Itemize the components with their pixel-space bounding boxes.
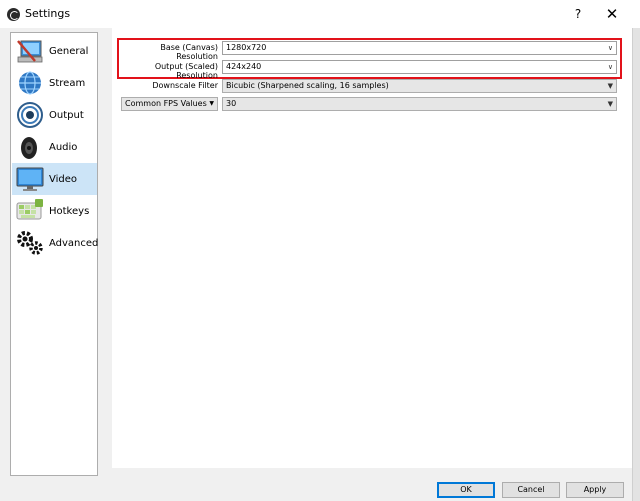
output-resolution-label: Output (Scaled) Resolution	[154, 62, 218, 80]
close-button[interactable]: ✕	[600, 4, 624, 24]
output-resolution-value: 424x240	[226, 62, 262, 71]
chevron-down-icon: ∨	[607, 63, 613, 71]
dropdown-arrow-icon: ▼	[607, 100, 613, 108]
sidebar-label-hotkeys: Hotkeys	[49, 205, 90, 217]
fps-value-select[interactable]: 30 ▼	[222, 97, 617, 111]
sidebar-item-output[interactable]: Output	[12, 99, 97, 131]
downscale-filter-value: Bicubic (Sharpened scaling, 16 samples)	[226, 81, 389, 90]
downscale-filter-label: Downscale Filter	[152, 81, 218, 90]
fps-value: 30	[226, 99, 237, 108]
sidebar-item-advanced[interactable]: Advanced	[12, 227, 99, 259]
cancel-button[interactable]: Cancel	[502, 482, 560, 498]
hotkeys-icon	[16, 199, 43, 220]
video-icon	[16, 167, 44, 191]
sidebar-item-hotkeys[interactable]: Hotkeys	[12, 195, 97, 227]
ok-button[interactable]: OK	[437, 482, 495, 498]
general-icon	[17, 40, 43, 63]
stream-icon	[19, 71, 41, 95]
settings-sidebar: General Stream Output Audio Video Hotkey…	[10, 32, 98, 476]
sidebar-label-stream: Stream	[49, 77, 86, 89]
output-icon	[17, 102, 43, 128]
fps-type-select[interactable]: Common FPS Values ▼	[121, 97, 218, 111]
title-bar: Settings ? ✕	[0, 0, 640, 28]
downscale-filter-select[interactable]: Bicubic (Sharpened scaling, 16 samples) …	[222, 79, 617, 93]
help-button[interactable]: ?	[568, 4, 588, 24]
audio-icon	[21, 137, 37, 159]
sidebar-label-audio: Audio	[49, 141, 78, 153]
base-resolution-combo[interactable]: 1280x720 ∨	[222, 41, 617, 55]
apply-button[interactable]: Apply	[566, 482, 624, 498]
advanced-icon	[17, 231, 43, 255]
obs-logo-icon	[7, 8, 20, 21]
sidebar-label-output: Output	[49, 109, 84, 121]
scrollbar-track[interactable]	[632, 28, 640, 501]
sidebar-label-video: Video	[49, 173, 78, 185]
dropdown-arrow-icon: ▼	[209, 100, 214, 107]
sidebar-item-general[interactable]: General	[12, 35, 97, 67]
dropdown-arrow-icon: ▼	[607, 82, 613, 90]
sidebar-item-stream[interactable]: Stream	[12, 67, 97, 99]
base-resolution-value: 1280x720	[226, 43, 267, 52]
sidebar-label-general: General	[49, 45, 89, 57]
chevron-down-icon: ∨	[607, 44, 613, 52]
fps-type-value: Common FPS Values	[125, 99, 207, 108]
sidebar-label-advanced: Advanced	[49, 237, 99, 249]
sidebar-item-audio[interactable]: Audio	[12, 131, 97, 163]
video-settings-pane	[112, 28, 632, 468]
output-resolution-combo[interactable]: 424x240 ∨	[222, 60, 617, 74]
sidebar-item-video[interactable]: Video	[12, 163, 97, 195]
base-resolution-label: Base (Canvas) Resolution	[160, 43, 218, 61]
window-title: Settings	[25, 7, 71, 20]
